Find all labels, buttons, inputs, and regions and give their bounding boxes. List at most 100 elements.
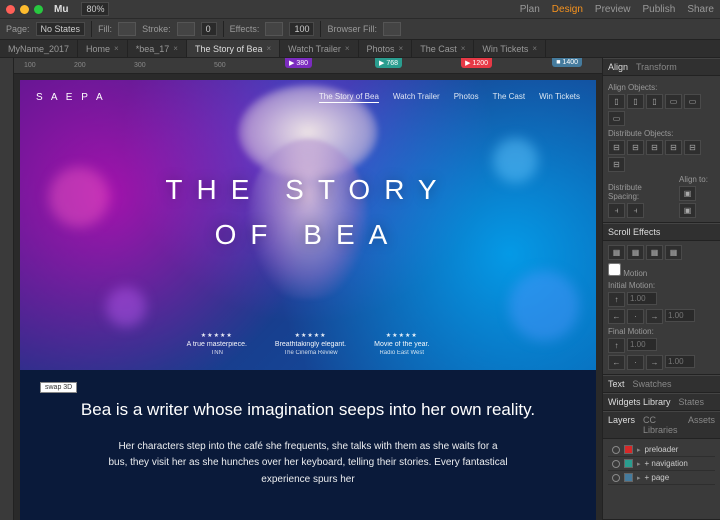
nav-publish[interactable]: Publish <box>643 4 676 15</box>
align-hcenter-icon[interactable]: ▯ <box>627 94 644 109</box>
site-logo[interactable]: S A E P A <box>36 92 106 103</box>
tab-trailer[interactable]: Watch Trailer× <box>280 40 358 57</box>
dir-right-icon[interactable]: → <box>646 355 663 370</box>
nav-item-trailer[interactable]: Watch Trailer <box>393 92 440 103</box>
panel-layers-header[interactable]: LayersCC LibrariesAssets <box>603 411 720 439</box>
dir-left-icon[interactable]: ← <box>608 309 625 324</box>
spacing-v-icon[interactable]: ⫞ <box>627 203 644 218</box>
scroll-motion-icon[interactable]: ▦ <box>608 245 625 260</box>
align-top-icon[interactable]: ▭ <box>665 94 682 109</box>
minimize-window[interactable] <box>20 5 29 14</box>
dir-left-icon[interactable]: ← <box>608 355 625 370</box>
toolbox-rail[interactable] <box>0 58 14 520</box>
dir-right-icon[interactable]: → <box>646 309 663 324</box>
nav-item-photos[interactable]: Photos <box>454 92 479 103</box>
alignto-selection-icon[interactable]: ▣ <box>679 186 696 201</box>
tab-story[interactable]: The Story of Bea× <box>187 40 280 57</box>
visibility-icon[interactable] <box>612 446 620 454</box>
dist-bottom-icon[interactable]: ⊟ <box>608 157 625 172</box>
stroke-swatch[interactable] <box>177 22 195 36</box>
breakpoint-1400[interactable]: ■ 1400 <box>552 58 582 67</box>
dist-left-icon[interactable]: ⊟ <box>608 140 625 155</box>
layer-preloader[interactable]: ▸preloader <box>608 443 715 457</box>
hero-section[interactable]: S A E P A The Story of Bea Watch Trailer… <box>20 80 596 370</box>
close-icon[interactable]: × <box>173 44 178 53</box>
close-window[interactable] <box>6 5 15 14</box>
tab-bea17[interactable]: *bea_17× <box>128 40 187 57</box>
align-bottom-icon[interactable]: ▭ <box>608 111 625 126</box>
review-1[interactable]: ★★★★★A true masterpiece.TNN <box>187 332 247 356</box>
nav-design[interactable]: Design <box>552 4 583 15</box>
align-right-icon[interactable]: ▯ <box>646 94 663 109</box>
layer-color-swatch[interactable] <box>624 473 633 482</box>
panel-widgets-header[interactable]: Widgets LibraryStates <box>603 393 720 411</box>
breakpoint-1200[interactable]: ▶ 1200 <box>461 58 492 68</box>
tab-cast[interactable]: The Cast× <box>412 40 474 57</box>
final-speed-h[interactable]: 1.00 <box>627 338 657 351</box>
dist-vcenter-icon[interactable]: ⊟ <box>684 140 701 155</box>
dir-none-icon[interactable]: · <box>627 309 644 324</box>
close-icon[interactable]: × <box>532 44 537 53</box>
tab-photos[interactable]: Photos× <box>359 40 413 57</box>
close-icon[interactable]: × <box>461 44 466 53</box>
selection-tag[interactable]: swap 3D <box>40 382 77 393</box>
effects-btn[interactable] <box>265 22 283 36</box>
tab-tickets[interactable]: Win Tickets× <box>474 40 546 57</box>
dir-up-icon[interactable]: ↑ <box>608 292 625 307</box>
final-speed-v[interactable]: 1.00 <box>665 355 695 368</box>
alignto-page-icon[interactable]: ▣ <box>679 203 696 218</box>
close-icon[interactable]: × <box>114 44 119 53</box>
spacing-h-icon[interactable]: ⫞ <box>608 203 625 218</box>
browserfill-swatch[interactable] <box>383 22 401 36</box>
layer-navigation[interactable]: ▸+ navigation <box>608 457 715 471</box>
zoom-window[interactable] <box>34 5 43 14</box>
hero-title[interactable]: THE STORYOF BEA <box>20 168 596 258</box>
body-headline[interactable]: Bea is a writer whose imagination seeps … <box>70 398 546 423</box>
nav-preview[interactable]: Preview <box>595 4 631 15</box>
panel-align-header[interactable]: AlignTransform <box>603 58 720 76</box>
dist-hcenter-icon[interactable]: ⊟ <box>627 140 644 155</box>
panel-scroll-header[interactable]: Scroll Effects <box>603 223 720 241</box>
layer-page[interactable]: ▸+ page <box>608 471 715 485</box>
zoom-dropdown[interactable]: 80% <box>81 2 109 16</box>
nav-plan[interactable]: Plan <box>520 4 540 15</box>
breakpoint-380[interactable]: ▶ 380 <box>285 58 312 68</box>
tab-myname[interactable]: MyName_2017 <box>0 40 78 57</box>
scroll-edge-icon[interactable]: ▦ <box>665 245 682 260</box>
nav-share[interactable]: Share <box>687 4 714 15</box>
motion-checkbox[interactable] <box>608 263 621 276</box>
dist-right-icon[interactable]: ⊟ <box>646 140 663 155</box>
panel-text-header[interactable]: TextSwatches <box>603 375 720 393</box>
body-copy[interactable]: Her characters step into the café she fr… <box>108 439 508 489</box>
tab-home[interactable]: Home× <box>78 40 128 57</box>
close-icon[interactable]: × <box>266 44 271 53</box>
align-left-icon[interactable]: ▯ <box>608 94 625 109</box>
body-section[interactable]: Bea is a writer whose imagination seeps … <box>20 370 596 516</box>
design-canvas[interactable]: S A E P A The Story of Bea Watch Trailer… <box>14 74 602 520</box>
stroke-weight[interactable]: 0 <box>201 22 217 36</box>
layer-color-swatch[interactable] <box>624 459 633 468</box>
page-body[interactable]: S A E P A The Story of Bea Watch Trailer… <box>20 80 596 520</box>
init-speed-h[interactable]: 1.00 <box>627 292 657 305</box>
layer-color-swatch[interactable] <box>624 445 633 454</box>
review-3[interactable]: ★★★★★Movie of the year.Radio East West <box>374 332 429 356</box>
align-vcenter-icon[interactable]: ▭ <box>684 94 701 109</box>
close-icon[interactable]: × <box>399 44 404 53</box>
dist-top-icon[interactable]: ⊟ <box>665 140 682 155</box>
nav-item-cast[interactable]: The Cast <box>493 92 525 103</box>
page-states-dropdown[interactable]: No States <box>36 22 86 36</box>
scroll-opacity-icon[interactable]: ▦ <box>627 245 644 260</box>
nav-item-tickets[interactable]: Win Tickets <box>539 92 580 103</box>
visibility-icon[interactable] <box>612 460 620 468</box>
review-2[interactable]: ★★★★★Breathtakingly elegant.The Cinema R… <box>275 332 346 356</box>
dir-up-icon[interactable]: ↑ <box>608 338 625 353</box>
scroll-slideshow-icon[interactable]: ▦ <box>646 245 663 260</box>
dir-none-icon[interactable]: · <box>627 355 644 370</box>
breakpoint-768[interactable]: ▶ 768 <box>375 58 402 68</box>
visibility-icon[interactable] <box>612 474 620 482</box>
fill-swatch[interactable] <box>118 22 136 36</box>
close-icon[interactable]: × <box>345 44 350 53</box>
init-speed-v[interactable]: 1.00 <box>665 309 695 322</box>
nav-item-story[interactable]: The Story of Bea <box>319 92 379 103</box>
opacity-field[interactable]: 100 <box>289 22 314 36</box>
